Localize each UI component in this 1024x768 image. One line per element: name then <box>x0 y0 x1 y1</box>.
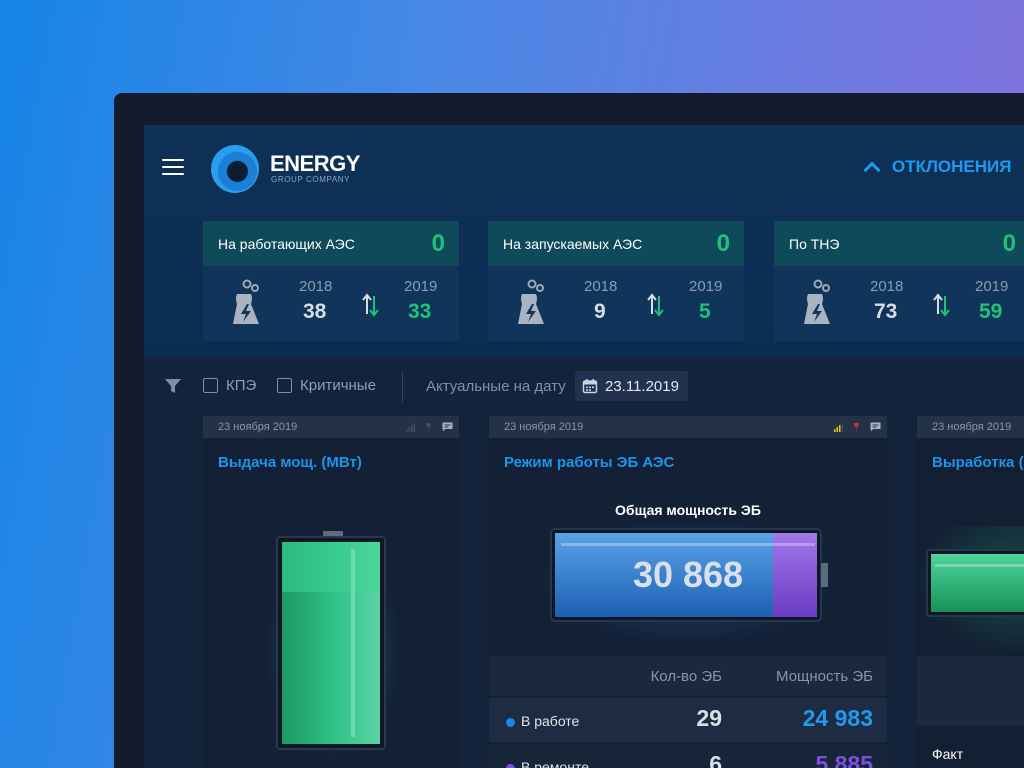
kpi-card-tne[interactable]: По ТНЭ 0 2018 73 2019 59 <box>774 221 1024 341</box>
kpi-status: 0 <box>1002 229 1016 257</box>
app-screen: ENERGY GROUP COMPANY ОТКЛОНЕНИЯ На работ… <box>144 125 1024 768</box>
card-power-unit-mode[interactable]: 23 ноября 2019 Режим работы ЭБ АЭС Общая… <box>489 416 887 768</box>
kpi-header: На работающих АЭС 0 <box>203 221 459 266</box>
divider <box>402 372 403 402</box>
deviations-toggle[interactable]: ОТКЛОНЕНИЯ <box>863 157 1012 179</box>
kpi-title: На запускаемых АЭС <box>503 235 643 252</box>
kpi-header: По ТНЭ 0 <box>774 221 1024 266</box>
kpi-card-launching[interactable]: На запускаемых АЭС 0 2018 9 2019 5 <box>488 221 744 341</box>
card-title: Режим работы ЭБ АЭС <box>504 454 675 471</box>
battery-value: 30 868 <box>632 554 744 595</box>
kpi-year-curr: 2019 <box>689 278 723 295</box>
status-dot <box>506 764 515 768</box>
table-row[interactable]: В ремонте 6 5 885 <box>489 744 887 768</box>
card-title: Выработка (М <box>932 454 1024 471</box>
kpi-year-curr: 2019 <box>404 278 438 295</box>
nuclear-plant-icon <box>518 279 544 324</box>
kpi-body: 2018 9 2019 5 <box>488 266 744 341</box>
kpi-body: 2018 73 2019 59 <box>774 266 1024 341</box>
card-generation[interactable]: 23 ноября 2019 Выработка (М Факт <box>917 416 1024 768</box>
checkbox-box <box>203 378 218 393</box>
nuclear-plant-icon <box>804 279 830 324</box>
row-count: 29 <box>696 705 722 731</box>
kpi-year-curr: 2019 <box>975 278 1009 295</box>
kpe-checkbox[interactable]: КПЭ <box>203 377 256 394</box>
kpi-status: 0 <box>716 229 730 257</box>
signal-icon <box>406 422 415 432</box>
row-power: 5 885 <box>815 751 873 768</box>
battery-caption: Общая мощность ЭБ <box>615 502 761 518</box>
kpi-value-prev: 9 <box>594 300 606 323</box>
trend-arrows-icon <box>933 293 950 317</box>
kpi-title: На работающих АЭС <box>218 235 355 252</box>
kpi-status: 0 <box>431 229 445 257</box>
deviations-label: ОТКЛОНЕНИЯ <box>892 157 1012 176</box>
kpi-title: По ТНЭ <box>789 235 840 252</box>
comment-icon[interactable] <box>442 422 453 432</box>
date-picker[interactable]: 23.11.2019 <box>575 371 688 401</box>
card-date: 23 ноября 2019 <box>504 421 584 433</box>
signal-icon <box>834 422 843 432</box>
kpi-year-prev: 2018 <box>584 278 618 295</box>
status-dot <box>506 718 515 727</box>
filter-bar: КПЭ Критичные Актуальные на дату 23.11.2… <box>144 357 1024 417</box>
critical-label: Критичные <box>300 377 376 394</box>
column-power-header: Мощность ЭБ <box>776 668 873 685</box>
table-header: Кол-во ЭБ Мощность ЭБ <box>489 656 887 696</box>
nuclear-plant-icon <box>233 279 259 324</box>
filter-icon[interactable] <box>164 377 182 395</box>
brand-title: ENERGY <box>270 151 360 176</box>
comment-icon[interactable] <box>870 422 881 432</box>
kpi-value-prev: 73 <box>874 300 898 323</box>
kpi-card-running[interactable]: На работающих АЭС 0 2018 38 2019 33 <box>203 221 459 341</box>
table-header <box>917 656 1024 726</box>
row-count: 6 <box>709 751 722 768</box>
kpi-value-curr: 59 <box>979 300 1003 323</box>
row-label: В работе <box>521 713 580 729</box>
pin-icon <box>426 423 431 432</box>
fact-label: Факт <box>932 746 964 762</box>
logo-icon <box>211 145 259 193</box>
date-value: 23.11.2019 <box>605 377 679 395</box>
top-bar: ENERGY GROUP COMPANY ОТКЛОНЕНИЯ На работ… <box>144 125 1024 357</box>
row-label: В ремонте <box>521 759 589 768</box>
table-row[interactable]: В работе 29 24 983 <box>489 698 887 742</box>
date-label: Актуальные на дату <box>426 378 566 395</box>
card-date: 23 ноября 2019 <box>218 421 298 433</box>
card-date-strip: 23 ноября 2019 <box>917 416 1024 438</box>
kpi-value-curr: 5 <box>699 300 711 323</box>
brand-subtitle: GROUP COMPANY <box>271 175 351 184</box>
kpi-body: 2018 38 2019 33 <box>203 266 459 341</box>
battery-horizontal-graphic <box>917 526 1024 656</box>
card-date-strip: 23 ноября 2019 <box>489 416 887 438</box>
trend-arrows-icon <box>362 293 379 317</box>
column-count-header: Кол-во ЭБ <box>650 668 722 685</box>
calendar-icon <box>582 379 598 394</box>
chevron-up-icon <box>863 161 881 179</box>
card-power-output[interactable]: 23 ноября 2019 Выдача мощ. (МВт) <box>203 416 459 768</box>
menu-icon[interactable] <box>162 159 184 177</box>
kpi-year-prev: 2018 <box>299 278 333 295</box>
card-title: Выдача мощ. (МВт) <box>218 454 362 471</box>
critical-checkbox[interactable]: Критичные <box>277 377 376 394</box>
kpi-year-prev: 2018 <box>870 278 904 295</box>
trend-arrows-icon <box>647 293 664 317</box>
kpi-value-curr: 33 <box>408 300 432 323</box>
battery-vertical-graphic <box>263 531 403 761</box>
kpi-header: На запускаемых АЭС 0 <box>488 221 744 266</box>
kpi-value-prev: 38 <box>303 300 327 323</box>
card-date: 23 ноября 2019 <box>932 421 1012 433</box>
kpe-label: КПЭ <box>226 377 257 394</box>
checkbox-box <box>277 378 292 393</box>
card-date-strip: 23 ноября 2019 <box>203 416 459 438</box>
pin-icon <box>854 423 859 432</box>
row-power: 24 983 <box>802 705 873 731</box>
